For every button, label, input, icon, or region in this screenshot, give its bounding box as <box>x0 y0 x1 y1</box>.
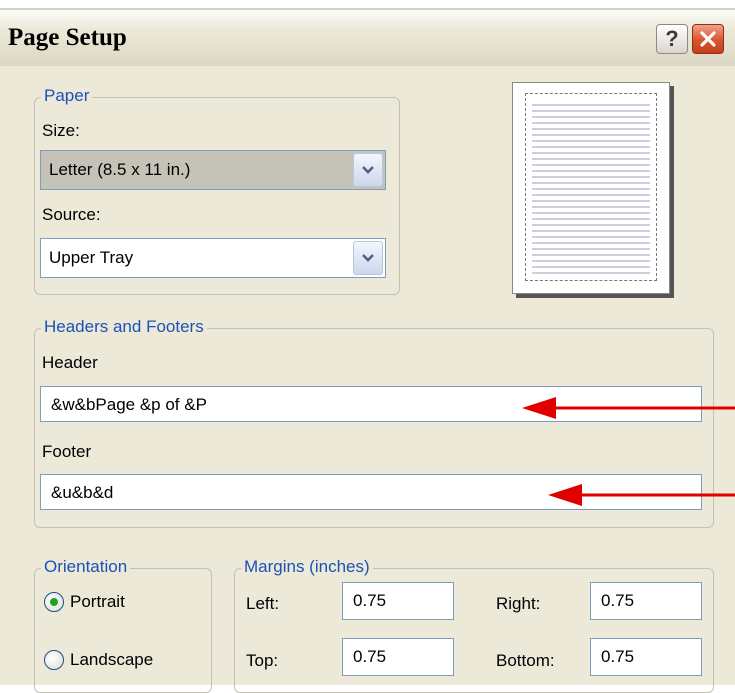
source-dropdown-button[interactable] <box>353 241 383 275</box>
size-select-value: Letter (8.5 x 11 in.) <box>49 160 191 179</box>
bottom-margin-input[interactable]: 0.75 <box>590 638 702 676</box>
help-icon: ? <box>665 26 679 51</box>
left-margin-value: 0.75 <box>353 591 387 610</box>
header-input-value: &w&bPage &p of &P <box>51 395 207 414</box>
close-button[interactable] <box>692 24 724 54</box>
size-label: Size: <box>42 121 80 140</box>
source-select[interactable]: Upper Tray <box>40 238 386 278</box>
right-margin-value: 0.75 <box>601 591 635 610</box>
top-margin-label: Top: <box>246 651 279 670</box>
chevron-down-icon <box>362 254 374 262</box>
radio-selected-dot <box>50 598 58 606</box>
top-margin-value: 0.75 <box>353 647 387 666</box>
orientation-group: Orientation <box>34 557 212 693</box>
landscape-radio[interactable] <box>44 650 64 670</box>
page-preview <box>512 82 670 294</box>
footer-label: Footer <box>42 442 92 461</box>
preview-text-lines <box>532 100 650 274</box>
title-bar: Page Setup ? <box>0 8 735 66</box>
headers-footers-legend: Headers and Footers <box>41 317 207 337</box>
margins-legend: Margins (inches) <box>241 557 373 577</box>
red-arrow-icon <box>548 484 735 506</box>
top-margin-input[interactable]: 0.75 <box>342 638 454 676</box>
preview-margin-box <box>525 93 657 281</box>
source-select-value: Upper Tray <box>49 248 134 267</box>
right-margin-label: Right: <box>496 594 541 613</box>
size-select[interactable]: Letter (8.5 x 11 in.) <box>40 150 386 190</box>
bottom-margin-value: 0.75 <box>601 647 635 666</box>
size-dropdown-button[interactable] <box>353 153 383 187</box>
help-button[interactable]: ? <box>656 24 688 54</box>
footer-input-value: &u&b&d <box>51 483 114 502</box>
chevron-down-icon <box>362 166 374 174</box>
landscape-label[interactable]: Landscape <box>70 650 153 670</box>
right-margin-input[interactable]: 0.75 <box>590 582 702 620</box>
left-margin-label: Left: <box>246 594 280 613</box>
paper-legend: Paper <box>41 86 93 106</box>
bottom-margin-label: Bottom: <box>496 651 555 670</box>
orientation-legend: Orientation <box>41 557 131 577</box>
source-label: Source: <box>42 205 101 224</box>
portrait-radio[interactable] <box>44 592 64 612</box>
header-label: Header <box>42 353 98 372</box>
page-setup-dialog: Page Setup ? Paper Size: Letter (8.5 x 1… <box>0 8 735 693</box>
portrait-label[interactable]: Portrait <box>70 592 125 612</box>
left-margin-input[interactable]: 0.75 <box>342 582 454 620</box>
close-icon <box>700 31 716 47</box>
red-arrow-icon <box>522 397 735 419</box>
dialog-title: Page Setup <box>8 24 127 51</box>
